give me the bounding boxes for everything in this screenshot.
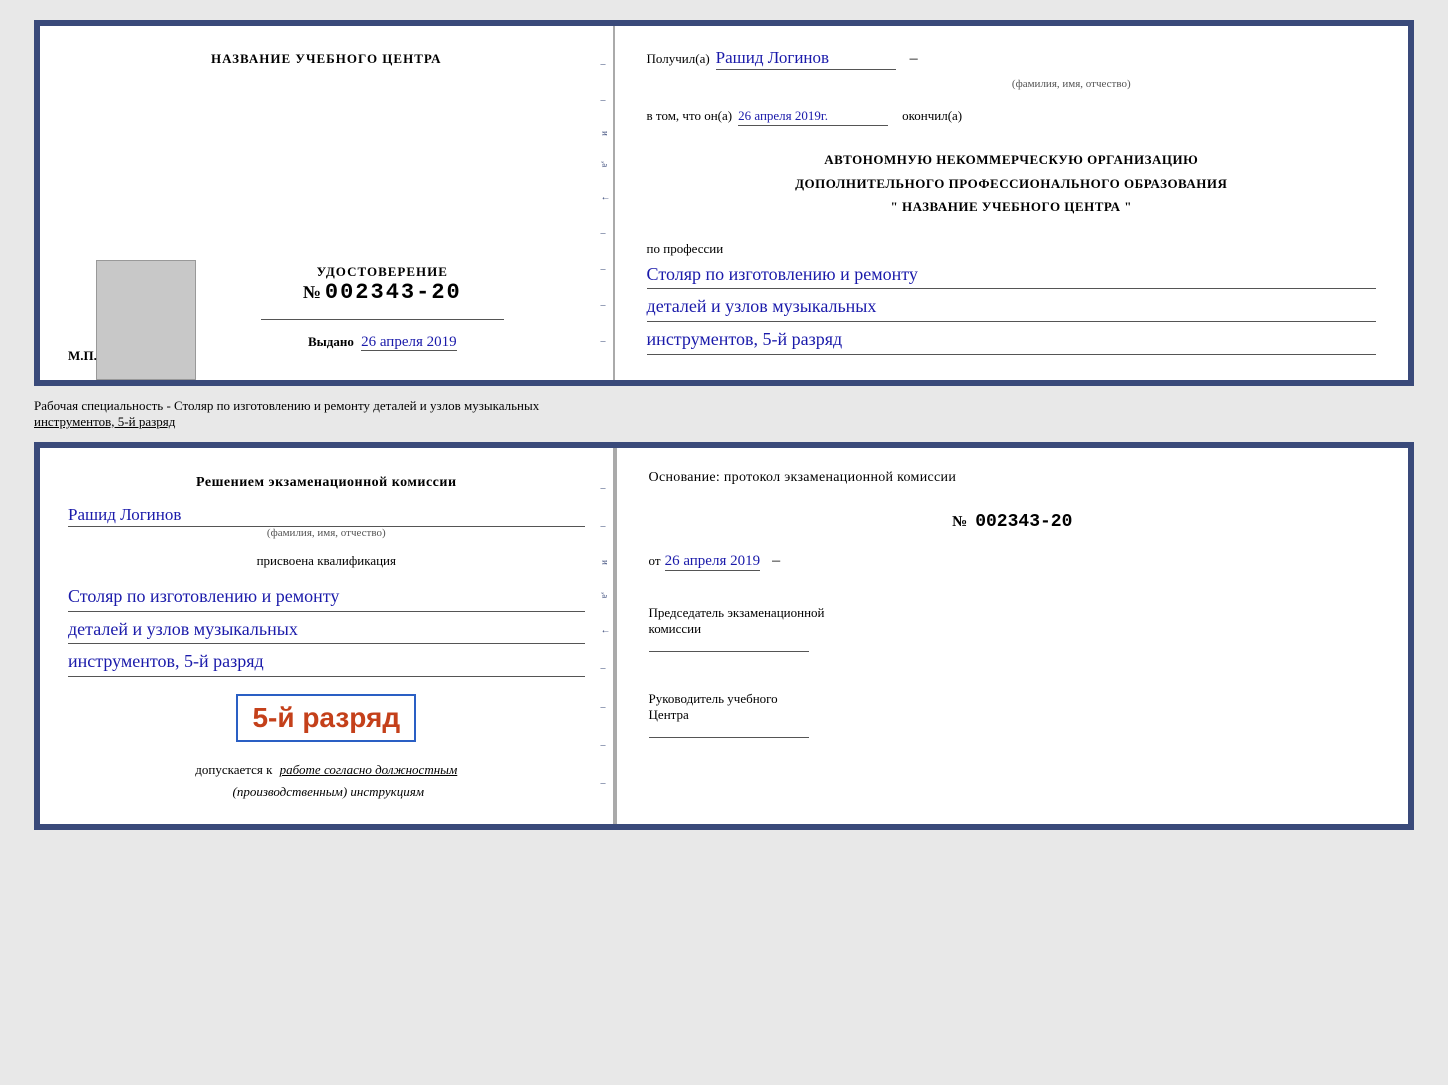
fio-value-top: Рашид Логинов [716, 48, 896, 70]
chairman-label2: комиссии [649, 621, 1376, 637]
separator-top: – [910, 50, 918, 68]
cert-number: 002343-20 [325, 280, 462, 305]
chairman-signature-line [649, 651, 809, 652]
certificate-top: НАЗВАНИЕ УЧЕБНОГО ЦЕНТРА УДОСТОВЕРЕНИЕ №… [34, 20, 1414, 386]
profession-line2-bottom: деталей и узлов музыкальных [68, 615, 585, 645]
commission-title: Решением экзаменационной комиссии [196, 472, 456, 493]
number-prefix-bottom: № [952, 514, 967, 530]
received-row: Получил(а) Рашид Логинов – [647, 48, 1376, 70]
org-line1: АВТОНОМНУЮ НЕКОММЕРЧЕСКУЮ ОРГАНИЗАЦИЮ [647, 150, 1376, 170]
received-label: Получил(а) [647, 51, 710, 67]
profession-line2-top: деталей и узлов музыкальных [647, 292, 1376, 322]
profession-line1-top: Столяр по изготовлению и ремонту [647, 260, 1376, 290]
fio-hint-bottom: (фамилия, имя, отчество) [68, 527, 585, 539]
cert-number-block: УДОСТОВЕРЕНИЕ № 002343-20 [303, 264, 462, 305]
profession-line3-top: инструментов, 5-й разряд [647, 325, 1376, 355]
top-left-panel: НАЗВАНИЕ УЧЕБНОГО ЦЕНТРА УДОСТОВЕРЕНИЕ №… [40, 26, 615, 380]
in-that-label: в том, что он(а) [647, 108, 733, 124]
issued-date: 26 апреля 2019 [361, 334, 457, 351]
finished-label: окончил(а) [902, 108, 962, 124]
in-that-date: 26 апреля 2019г. [738, 108, 888, 126]
bottom-side-marks: – – и ,а ← – – – – [601, 448, 611, 824]
profession-line1-bottom: Столяр по изготовлению и ремонту [68, 582, 585, 612]
allowed-line: допускается к работе согласно должностны… [195, 762, 457, 778]
director-signature-line [649, 737, 809, 738]
between-label-line1: Рабочая специальность - Столяр по изгото… [34, 398, 1414, 414]
cert-number-prefix: № [303, 282, 321, 303]
assigned-label: присвоена квалификация [257, 553, 396, 569]
certificate-bottom: Решением экзаменационной комиссии Рашид … [34, 442, 1414, 830]
director-label: Руководитель учебного [649, 691, 1376, 707]
rank-box: 5-й разряд [236, 694, 416, 742]
date-value-bottom: 26 апреля 2019 [665, 553, 761, 571]
org-line2: ДОПОЛНИТЕЛЬНОГО ПРОФЕССИОНАЛЬНОГО ОБРАЗО… [647, 174, 1376, 194]
stamp-area: М.П. [68, 348, 97, 364]
top-right-panel: Получил(а) Рашид Логинов – (фамилия, имя… [615, 26, 1408, 380]
in-that-row: в том, что он(а) 26 апреля 2019г. окончи… [647, 108, 1376, 126]
profession-line3-bottom: инструментов, 5-й разряд [68, 647, 585, 677]
between-label-line2: инструментов, 5-й разряд [34, 414, 1414, 430]
issued-label: Выдано [308, 334, 354, 349]
cert-label: УДОСТОВЕРЕНИЕ [303, 264, 462, 280]
allowed-value2: (производственным) инструкциям [232, 784, 424, 799]
org-line3: " НАЗВАНИЕ УЧЕБНОГО ЦЕНТРА " [647, 197, 1376, 217]
director-label2: Центра [649, 707, 1376, 723]
photo-placeholder [96, 260, 196, 380]
basis-label: Основание: протокол экзаменационной коми… [649, 470, 1376, 486]
chairman-label: Председатель экзаменационной [649, 605, 1376, 621]
bottom-right-panel: Основание: протокол экзаменационной коми… [615, 448, 1408, 824]
training-center-title: НАЗВАНИЕ УЧЕБНОГО ЦЕНТРА [211, 50, 442, 68]
rank-text: 5-й разряд [252, 702, 400, 734]
fio-hint-top: (фамилия, имя, отчество) [767, 78, 1376, 90]
between-label-area: Рабочая специальность - Столяр по изгото… [34, 396, 1414, 432]
profession-label: по профессии [647, 241, 1376, 257]
number-value-bottom: 002343-20 [975, 512, 1072, 532]
bottom-left-panel: Решением экзаменационной комиссии Рашид … [40, 448, 615, 824]
top-side-marks: – – и ,а ← – – – – [601, 26, 611, 380]
issued-line: Выдано 26 апреля 2019 [308, 334, 457, 351]
date-prefix-bottom: от [649, 553, 661, 569]
document-wrapper: НАЗВАНИЕ УЧЕБНОГО ЦЕНТРА УДОСТОВЕРЕНИЕ №… [34, 20, 1414, 830]
allowed-value: работе согласно должностным [280, 762, 458, 777]
allowed-label: допускается к [195, 762, 272, 777]
fio-value-bottom: Рашид Логинов [68, 505, 585, 527]
